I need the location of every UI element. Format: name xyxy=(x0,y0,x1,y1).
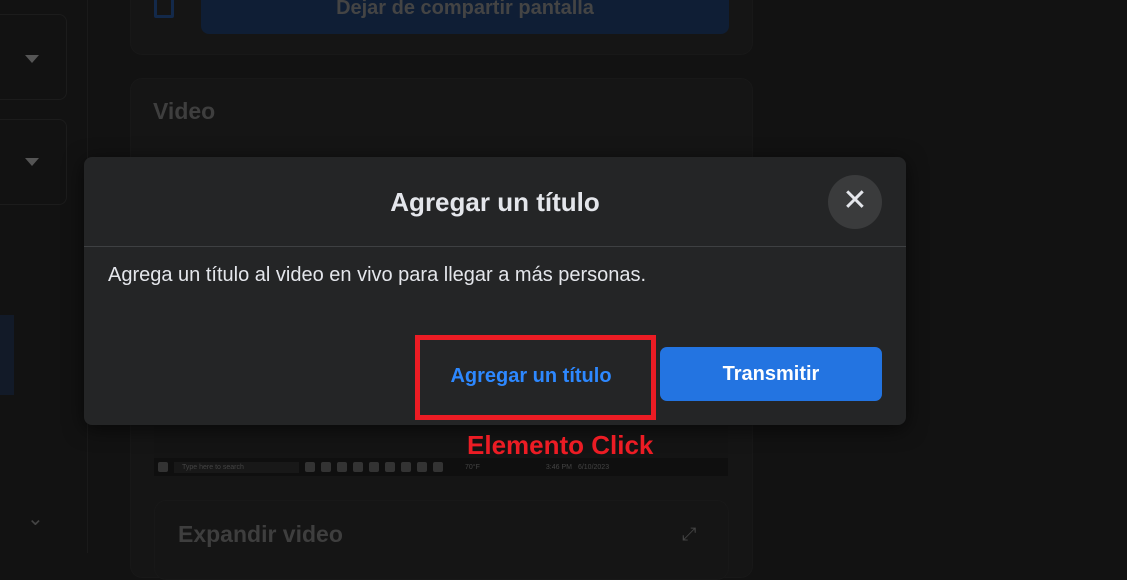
chrome-icon xyxy=(433,462,443,472)
app-icon xyxy=(353,462,363,472)
app-icon xyxy=(417,462,427,472)
dialog-message: Agrega un título al video en vivo para l… xyxy=(108,264,647,286)
clock-time: 3:46 PM xyxy=(545,463,572,471)
app-icon xyxy=(401,462,411,472)
caret-down-icon xyxy=(25,158,39,166)
chevron-down-icon[interactable]: ⌄ xyxy=(27,506,44,531)
app-icon xyxy=(385,462,395,472)
divider xyxy=(84,246,906,247)
weather: 70°F xyxy=(465,463,480,471)
app-icon xyxy=(305,462,315,472)
close-icon[interactable]: ✕ xyxy=(828,175,882,229)
app-icon xyxy=(321,462,331,472)
dropdown-2[interactable] xyxy=(0,119,67,205)
app-icon xyxy=(337,462,347,472)
taskbar-search: Type here to search xyxy=(174,461,299,473)
dialog-title: Agregar un título xyxy=(390,187,600,217)
dropdown-1[interactable] xyxy=(0,14,67,100)
app-icon xyxy=(369,462,379,472)
clock-date: 6/10/2023 xyxy=(577,463,610,471)
selected-item xyxy=(0,315,14,395)
broadcast-button[interactable]: Transmitir xyxy=(660,347,882,401)
monitor-icon xyxy=(154,0,174,18)
video-section-title: Video xyxy=(153,98,216,124)
expand-icon[interactable]: ⤢ xyxy=(682,524,696,545)
caret-down-icon xyxy=(25,55,39,63)
expand-video-title: Expandir video xyxy=(178,521,343,547)
click-highlight-box xyxy=(415,335,656,420)
windows-icon xyxy=(158,462,168,472)
stop-sharing-button[interactable]: Dejar de compartir pantalla xyxy=(201,0,729,34)
click-annotation-label: Elemento Click xyxy=(467,430,654,460)
